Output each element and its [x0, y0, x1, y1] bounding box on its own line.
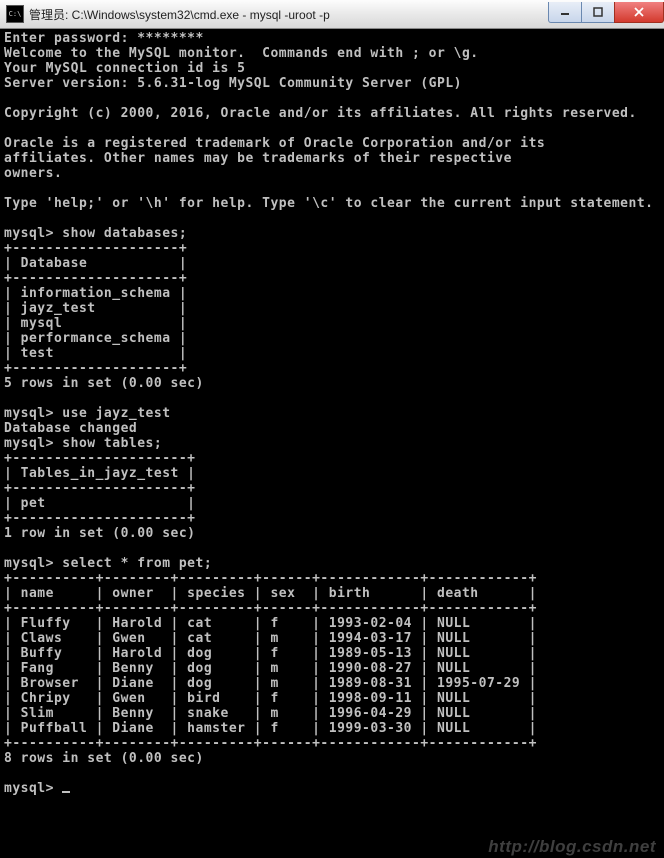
minimize-button[interactable] — [548, 2, 582, 23]
terminal-output[interactable]: Enter password: ******** Welcome to the … — [0, 29, 664, 858]
window-title: 管理员: C:\Windows\system32\cmd.exe - mysql… — [29, 6, 549, 23]
cmd-icon: C:\ — [6, 5, 24, 23]
maximize-button[interactable] — [581, 2, 615, 23]
terminal-text: Enter password: ******** Welcome to the … — [4, 31, 653, 796]
maximize-icon — [593, 7, 603, 17]
cursor-icon — [62, 791, 70, 793]
watermark-text: http://blog.csdn.net — [488, 839, 656, 854]
minimize-icon — [560, 7, 570, 17]
close-icon — [634, 7, 644, 17]
window-controls — [549, 2, 664, 22]
cmd-window: C:\ 管理员: C:\Windows\system32\cmd.exe - m… — [0, 0, 664, 858]
titlebar[interactable]: C:\ 管理员: C:\Windows\system32\cmd.exe - m… — [0, 0, 664, 29]
close-button[interactable] — [614, 2, 664, 23]
